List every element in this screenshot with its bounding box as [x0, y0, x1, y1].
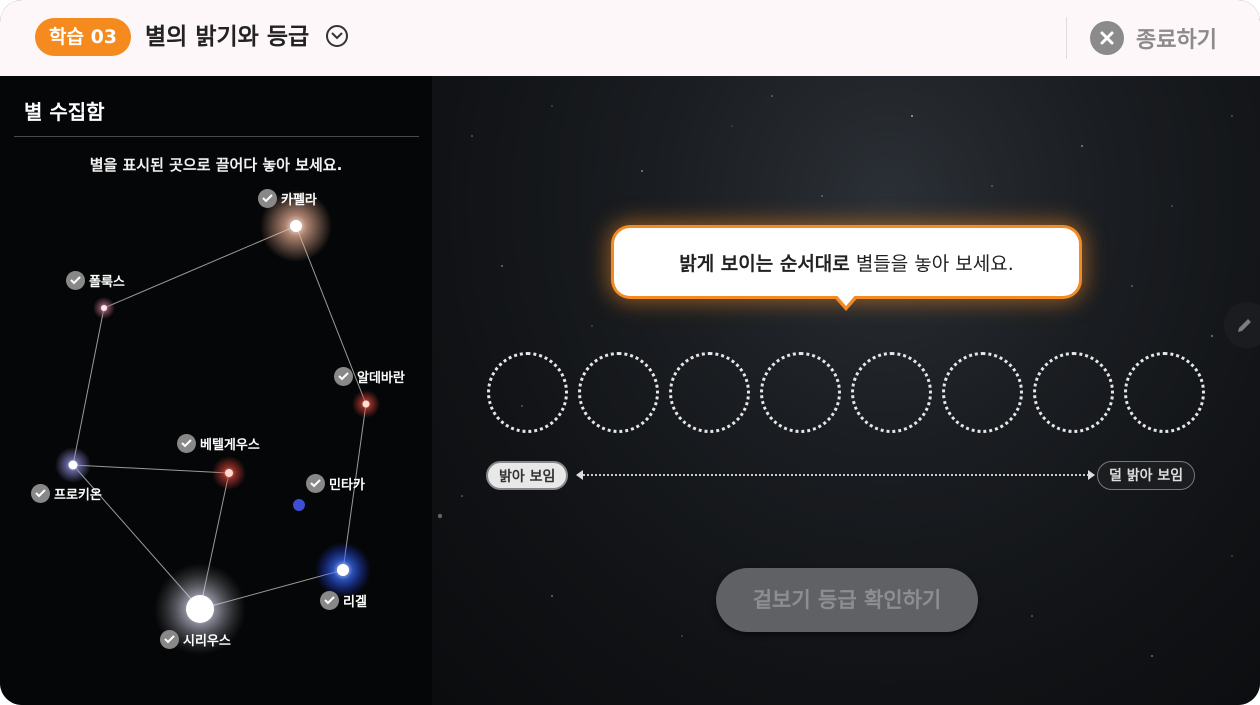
check-icon — [306, 474, 325, 493]
bubble-bold-text: 밝게 보이는 순서대로 — [679, 252, 850, 275]
drop-slot-2[interactable] — [578, 352, 659, 433]
star-label-aldebaran: 알데바란 — [334, 367, 405, 386]
star-label-betelgeuse: 베텔게우스 — [177, 434, 260, 453]
lesson-title[interactable]: 별의 밝기와 등급 — [145, 20, 309, 54]
drop-slot-1[interactable] — [487, 352, 568, 433]
star-label-mintaka: 민타카 — [306, 474, 365, 493]
drop-slot-6[interactable] — [942, 352, 1023, 433]
star-name: 민타카 — [329, 478, 365, 493]
check-icon — [177, 434, 196, 453]
star-label-rigel: 리겔 — [320, 591, 367, 610]
drop-slot-4[interactable] — [760, 352, 841, 433]
star-collection-panel: 별 수집함 별을 표시된 곳으로 끌어다 놓아 보세요. 카펠라 폴룩스 알데바… — [0, 76, 432, 705]
star-name: 리겔 — [343, 595, 367, 610]
star-name: 알데바란 — [357, 371, 405, 386]
star-label-pollux: 폴룩스 — [66, 271, 125, 290]
instruction-bubble: 밝게 보이는 순서대로 별들을 놓아 보세요. — [614, 228, 1079, 296]
check-icon — [334, 367, 353, 386]
constellation-diagram — [55, 190, 380, 655]
bubble-tail — [834, 292, 858, 306]
star-label-sirius: 시리우스 — [160, 630, 231, 649]
star-label-procyon: 프로키온 — [31, 484, 102, 503]
check-icon — [66, 271, 85, 290]
close-icon — [1090, 21, 1124, 55]
arrow-right-icon — [1088, 470, 1095, 480]
scale-dim-label: 덜 밝아 보임 — [1097, 461, 1196, 490]
chevron-down-icon[interactable] — [326, 25, 348, 47]
scale-line — [580, 474, 1092, 476]
star-name: 시리우스 — [183, 634, 231, 649]
check-icon — [320, 591, 339, 610]
star-name: 카펠라 — [281, 193, 317, 208]
star-name: 폴룩스 — [89, 275, 125, 290]
header: 학습 03 별의 밝기와 등급 종료하기 — [0, 0, 1260, 76]
check-icon — [258, 189, 277, 208]
lesson-badge: 학습 03 — [35, 18, 132, 56]
drop-slot-5[interactable] — [851, 352, 932, 433]
star-mintaka[interactable] — [293, 499, 305, 511]
drop-slot-8[interactable] — [1124, 352, 1205, 433]
check-icon — [160, 630, 179, 649]
drop-slot-7[interactable] — [1033, 352, 1114, 433]
confirm-magnitude-button[interactable]: 겉보기 등급 확인하기 — [716, 568, 978, 632]
header-divider — [1066, 17, 1067, 59]
star-name: 프로키온 — [54, 488, 102, 503]
drop-slot-3[interactable] — [669, 352, 750, 433]
close-button[interactable]: 종료하기 — [1090, 20, 1217, 56]
arrow-left-icon — [576, 470, 583, 480]
check-icon — [31, 484, 50, 503]
scale-bright-label: 밝아 보임 — [486, 461, 569, 490]
app-frame: 학습 03 별의 밝기와 등급 종료하기 별 수집함 별을 표시된 곳으로 끌어… — [0, 0, 1260, 705]
bubble-text: 별들을 놓아 보세요. — [849, 252, 1014, 275]
star-label-capella: 카펠라 — [258, 189, 317, 208]
close-label: 종료하기 — [1136, 28, 1217, 53]
star-name: 베텔게우스 — [200, 438, 260, 453]
